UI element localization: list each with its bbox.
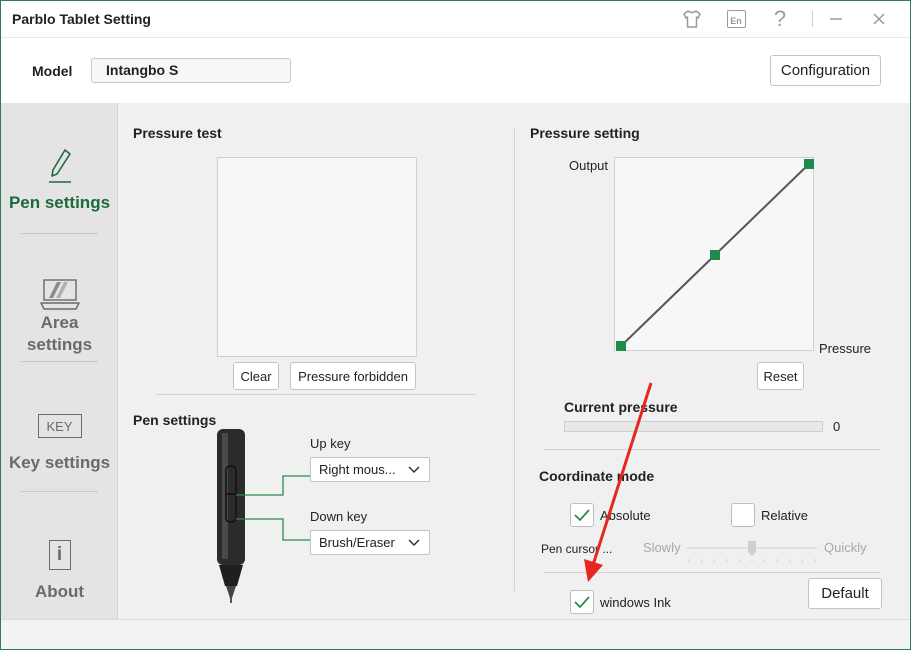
sidebar-item-label: Area [40, 313, 79, 332]
key-icon: KEY [1, 414, 118, 440]
pen-cursor-speed-slider[interactable] [687, 539, 817, 565]
quick-label: Quickly [824, 540, 867, 555]
up-key-value: Right mous... [319, 462, 396, 477]
tshirt-icon[interactable] [680, 7, 704, 31]
chevron-down-icon [407, 463, 421, 480]
pen-settings-title: Pen settings [133, 412, 217, 428]
sidebar-item-pen-settings[interactable]: Pen settings [1, 147, 118, 214]
help-icon[interactable]: ? [768, 6, 792, 31]
pen-illustration [211, 426, 311, 606]
windows-ink-checkbox[interactable] [570, 590, 594, 614]
up-key-label: Up key [310, 436, 351, 451]
output-axis-label: Output [569, 158, 609, 173]
close-icon[interactable] [867, 7, 891, 31]
pressure-curve-chart[interactable] [614, 157, 814, 351]
model-header: Model Intangbo S Configuration [1, 37, 910, 103]
app-window: Parblo Tablet Setting En ? Model Intangb… [0, 0, 911, 650]
red-arrow-annotation [579, 379, 659, 584]
down-key-label: Down key [310, 509, 368, 524]
info-icon: i [1, 540, 118, 570]
default-button[interactable]: Default [808, 578, 882, 609]
sidebar-divider [21, 233, 98, 234]
sidebar-item-key-settings[interactable]: KEY Key settings [1, 414, 118, 474]
pressure-curve[interactable] [615, 158, 815, 352]
sidebar-item-about[interactable]: i About [1, 540, 118, 603]
key-icon-text: KEY [37, 414, 82, 438]
configuration-button[interactable]: Configuration [770, 55, 881, 86]
pressure-setting-title: Pressure setting [530, 125, 640, 141]
language-badge: En [726, 10, 746, 28]
curve-control-point[interactable] [710, 250, 720, 260]
help-glyph: ? [773, 6, 787, 31]
pen-icon [1, 147, 118, 187]
slider-thumb[interactable] [748, 541, 756, 556]
sidebar-item-label: Pen settings [8, 193, 111, 212]
model-field: Intangbo S [91, 58, 291, 83]
minimize-icon[interactable] [824, 7, 848, 31]
down-key-select[interactable]: Brush/Eraser [310, 530, 430, 555]
relative-checkbox[interactable] [731, 503, 755, 527]
column-divider [514, 127, 515, 591]
sidebar-divider [21, 491, 98, 492]
sidebar: Pen settings Area settings KEY Key setti… [1, 103, 118, 619]
model-label: Model [32, 63, 73, 79]
pressure-test-title: Pressure test [133, 125, 222, 141]
down-key-value: Brush/Eraser [319, 535, 395, 550]
chevron-down-icon [407, 536, 421, 553]
section-divider [156, 394, 476, 395]
up-key-select[interactable]: Right mous... [310, 457, 430, 482]
current-pressure-value: 0 [833, 419, 841, 434]
pressure-forbidden-button[interactable]: Pressure forbidden [290, 362, 416, 390]
windows-ink-label: windows Ink [600, 595, 671, 610]
info-icon-text: i [48, 540, 71, 570]
curve-control-point[interactable] [616, 341, 626, 351]
reset-button[interactable]: Reset [757, 362, 804, 390]
language-en-icon[interactable]: En [724, 7, 748, 31]
checkmark-icon [574, 596, 590, 609]
sidebar-divider [21, 361, 98, 362]
sidebar-item-area-settings[interactable]: Area settings [1, 278, 118, 356]
sidebar-item-label: Key settings [8, 453, 111, 472]
pressure-test-canvas[interactable] [217, 157, 417, 357]
app-title: Parblo Tablet Setting [12, 11, 151, 27]
curve-control-point[interactable] [804, 159, 814, 169]
relative-label: Relative [761, 508, 808, 523]
tablet-area-icon [1, 278, 118, 312]
sidebar-item-label: About [34, 582, 85, 601]
sidebar-item-label: settings [26, 335, 93, 354]
clear-button[interactable]: Clear [233, 362, 279, 390]
footer-bar [1, 619, 910, 649]
titlebar-separator [812, 11, 813, 27]
pressure-axis-label: Pressure [819, 341, 872, 356]
title-bar: Parblo Tablet Setting En ? [1, 1, 910, 37]
